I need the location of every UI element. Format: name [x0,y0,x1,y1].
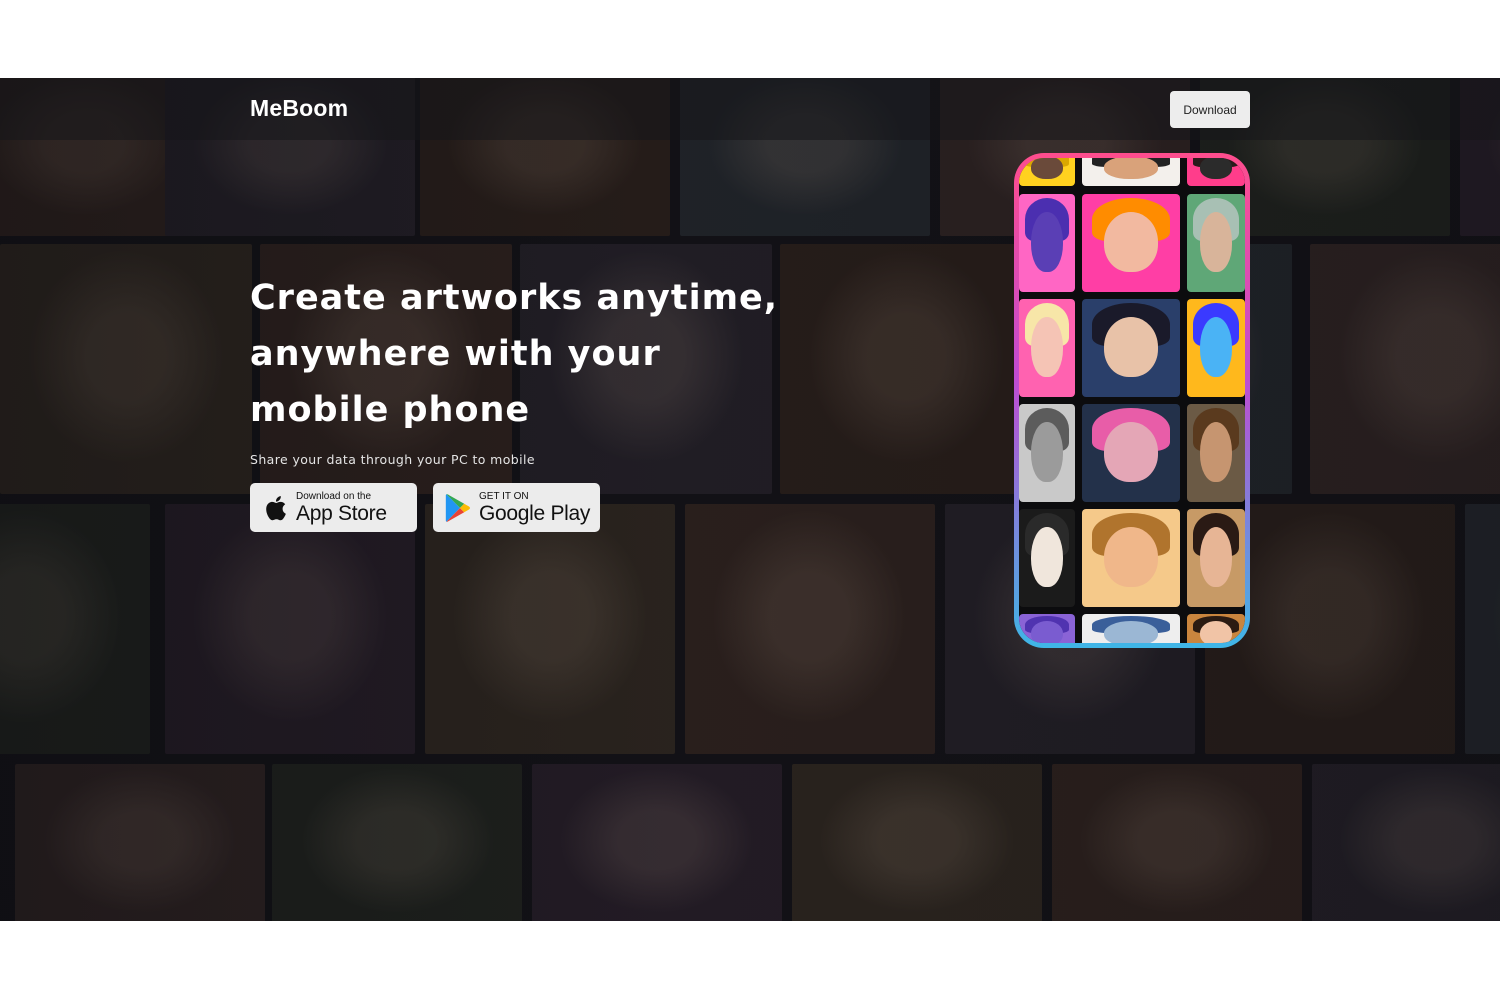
avatar-face-shape [1103,526,1159,588]
hero-subline: Share your data through your PC to mobil… [250,452,535,467]
avatar-face-shape [1199,211,1233,273]
phone-screen-gallery [1019,158,1245,643]
download-button[interactable]: Download [1170,91,1250,128]
avatar-face-shape [1199,421,1233,483]
app-store-big-label: App Store [296,501,387,525]
avatar-face-shape [1031,621,1063,643]
google-play-small-label: GET IT ON [479,490,529,502]
avatar-face-shape [1199,158,1233,179]
avatar-face-shape [1103,158,1159,179]
hero-headline: Create artworks anytime, anywhere with y… [250,278,779,430]
avatar-face-shape [1031,421,1063,483]
google-play-icon [445,493,471,523]
phone-mockup [1014,153,1250,648]
background-overlay [0,78,1500,921]
avatar-face-shape [1199,316,1233,378]
avatar-face-shape [1103,211,1159,273]
apple-icon [262,493,288,523]
gallery-avatar-tile [1082,299,1180,397]
app-store-button[interactable]: Download on the App Store [250,483,417,532]
gallery-avatar-tile [1187,404,1245,502]
gallery-avatar-tile [1082,509,1180,607]
gallery-avatar-tile [1019,614,1075,643]
avatar-face-shape [1031,211,1063,273]
gallery-avatar-tile [1019,299,1075,397]
gallery-avatar-tile [1082,194,1180,292]
gallery-avatar-tile [1187,158,1245,186]
google-play-button[interactable]: GET IT ON Google Play [433,483,600,532]
gallery-avatar-tile [1019,158,1075,186]
avatar-face-shape [1199,621,1233,643]
gallery-avatar-tile [1187,299,1245,397]
brand-logo[interactable]: MeBoom [250,95,348,122]
gallery-avatar-tile [1187,509,1245,607]
gallery-avatar-tile [1019,509,1075,607]
google-play-big-label: Google Play [479,501,591,525]
avatar-face-shape [1103,316,1159,378]
avatar-face-shape [1031,526,1063,588]
gallery-avatar-tile [1019,194,1075,292]
avatar-face-shape [1199,526,1233,588]
gallery-avatar-tile [1187,194,1245,292]
avatar-face-shape [1031,316,1063,378]
gallery-avatar-tile [1082,158,1180,186]
gallery-avatar-tile [1187,614,1245,643]
avatar-face-shape [1031,158,1063,179]
hero-section: MeBoom Download Create artworks anytime,… [0,78,1500,921]
gallery-avatar-tile [1019,404,1075,502]
gallery-avatar-tile [1082,404,1180,502]
avatar-face-shape [1103,421,1159,483]
gallery-avatar-tile [1082,614,1180,643]
app-store-small-label: Download on the [296,490,372,502]
top-navigation-bar: MeBoom Download [0,78,1500,140]
avatar-face-shape [1103,621,1159,643]
